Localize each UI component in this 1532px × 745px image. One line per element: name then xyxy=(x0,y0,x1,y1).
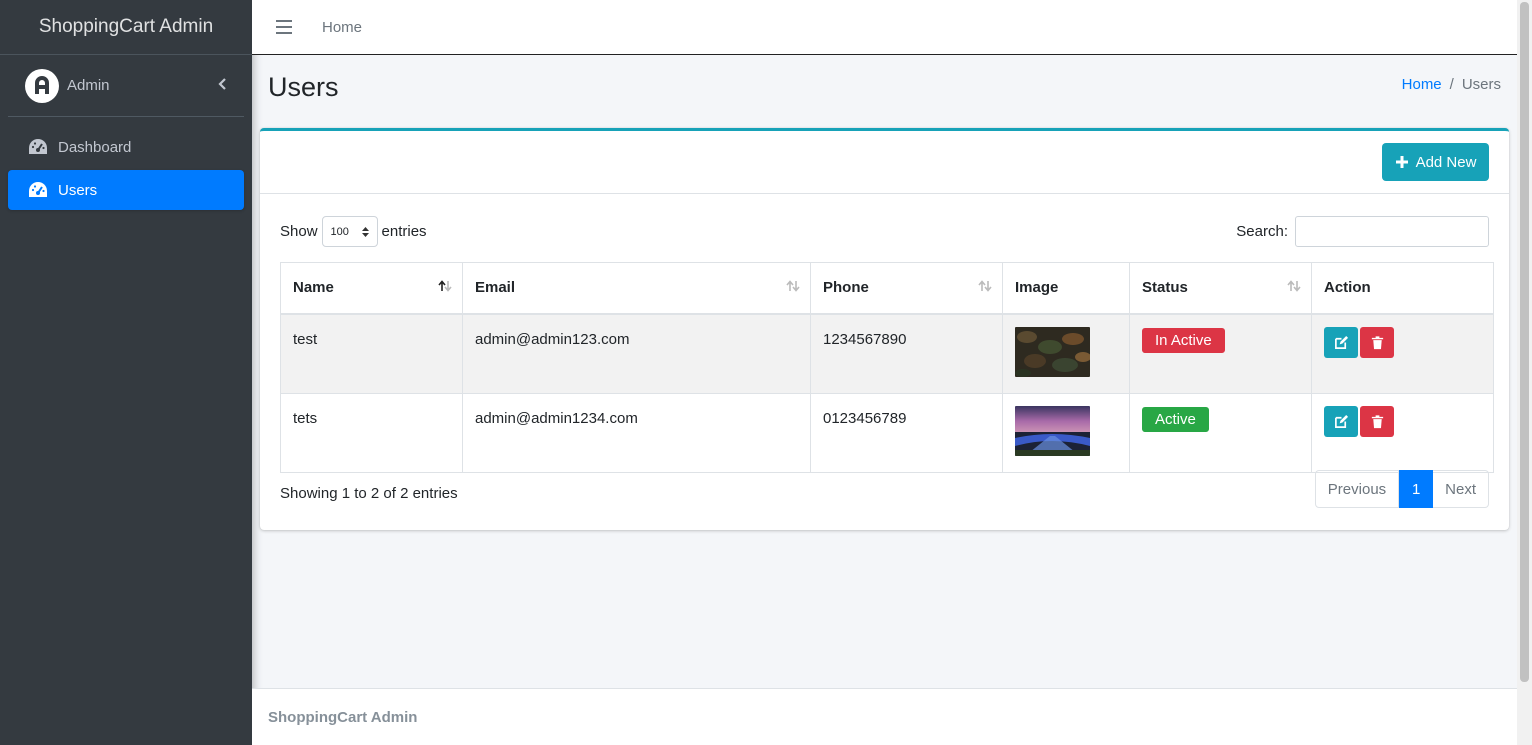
pagination: Previous 1 Next xyxy=(1314,470,1489,508)
scrollbar-thumb[interactable] xyxy=(1520,2,1529,682)
sidebar-item-label: Dashboard xyxy=(58,138,132,156)
search-label: Search: xyxy=(1236,223,1288,240)
column-header-status[interactable]: Status xyxy=(1129,262,1312,315)
entries-length-value: 100 xyxy=(330,225,349,238)
cell-image xyxy=(1002,313,1130,394)
edit-icon xyxy=(1334,335,1348,349)
trash-icon xyxy=(1371,335,1383,349)
cell-actions xyxy=(1311,313,1494,394)
avatar[interactable] xyxy=(25,68,59,103)
sort-icon xyxy=(786,280,800,292)
cell-email: admin@admin123.com xyxy=(462,313,811,394)
tachometer-icon xyxy=(29,182,47,197)
chevron-left-icon[interactable] xyxy=(216,77,230,91)
sidebar: ShoppingCart Admin Admin Dashboard Users xyxy=(0,0,252,745)
column-header-image: Image xyxy=(1002,262,1130,315)
row-actions xyxy=(1324,405,1394,437)
table-search: Search: xyxy=(1236,216,1489,247)
footer-text: ShoppingCart Admin xyxy=(268,708,418,726)
sidebar-item-label: Users xyxy=(58,181,98,199)
users-card: Add New Show 100 entries Search: Name Em… xyxy=(260,128,1509,530)
delete-button[interactable] xyxy=(1360,405,1394,437)
add-new-label: Add New xyxy=(1415,153,1477,171)
user-image-leaves[interactable] xyxy=(1015,326,1090,377)
status-badge: In Active xyxy=(1142,327,1225,353)
edit-button[interactable] xyxy=(1324,326,1358,358)
page-title: Users xyxy=(268,72,339,102)
breadcrumb: Home / Users xyxy=(1402,76,1501,93)
column-header-phone[interactable]: Phone xyxy=(810,262,1003,315)
column-label: Action xyxy=(1324,279,1371,296)
next-page-button[interactable]: Next xyxy=(1433,470,1489,508)
admin-logo-icon xyxy=(35,75,49,94)
card-header: Add New xyxy=(260,131,1509,194)
plus-icon xyxy=(1395,156,1408,168)
entries-label: entries xyxy=(381,223,427,240)
row-actions xyxy=(1324,326,1394,358)
table-header-row: Name Email Phone Image Status Action xyxy=(280,262,1494,315)
trash-icon xyxy=(1371,414,1383,428)
cell-name: test xyxy=(280,313,463,394)
breadcrumb-home-link[interactable]: Home xyxy=(1402,76,1442,93)
brand-link[interactable]: ShoppingCart Admin xyxy=(0,0,252,55)
sidebar-item-dashboard[interactable]: Dashboard xyxy=(8,127,244,167)
column-label: Name xyxy=(293,279,334,296)
user-panel: Admin xyxy=(8,55,244,117)
status-badge: Active xyxy=(1142,406,1209,432)
breadcrumb-current: Users xyxy=(1461,76,1501,93)
edit-icon xyxy=(1334,414,1348,428)
cell-image xyxy=(1002,392,1130,473)
menu-toggle-icon[interactable] xyxy=(276,20,292,34)
page-scrollbar[interactable] xyxy=(1517,0,1532,745)
sidebar-item-users[interactable]: Users xyxy=(8,170,244,210)
add-new-button[interactable]: Add New xyxy=(1382,143,1489,181)
entries-length-control: Show 100 entries xyxy=(280,216,427,247)
top-nav-home-link[interactable]: Home xyxy=(322,19,362,36)
page-1-button[interactable]: 1 xyxy=(1399,470,1434,508)
cell-phone: 0123456789 xyxy=(810,392,1003,473)
user-image-landscape[interactable] xyxy=(1015,405,1090,456)
column-label: Email xyxy=(475,279,516,296)
users-table: Name Email Phone Image Status Action tes… xyxy=(280,262,1494,473)
cell-status: In Active xyxy=(1129,313,1312,394)
footer: ShoppingCart Admin xyxy=(252,688,1517,745)
sidebar-nav: Dashboard Users xyxy=(0,127,252,210)
delete-button[interactable] xyxy=(1360,326,1394,358)
column-label: Image xyxy=(1015,279,1059,296)
entries-length-select[interactable]: 100 xyxy=(321,216,378,247)
column-label: Status xyxy=(1142,279,1188,296)
edit-button[interactable] xyxy=(1324,405,1358,437)
cell-actions xyxy=(1311,392,1494,473)
breadcrumb-separator: / xyxy=(1449,76,1454,93)
cell-email: admin@admin1234.com xyxy=(462,392,811,473)
user-name[interactable]: Admin xyxy=(67,77,110,94)
column-header-name[interactable]: Name xyxy=(280,262,463,315)
column-header-email[interactable]: Email xyxy=(462,262,811,315)
column-label: Phone xyxy=(823,279,869,296)
sort-icon xyxy=(1287,280,1301,292)
previous-page-button[interactable]: Previous xyxy=(1314,470,1400,508)
select-arrows-icon xyxy=(361,227,369,237)
cell-phone: 1234567890 xyxy=(810,313,1003,394)
cell-status: Active xyxy=(1129,392,1312,473)
top-navbar: Home xyxy=(252,0,1517,55)
brand-title: ShoppingCart Admin xyxy=(38,16,214,37)
tachometer-icon xyxy=(29,139,47,154)
column-header-action: Action xyxy=(1311,262,1494,315)
show-label: Show xyxy=(280,223,318,240)
table-info: Showing 1 to 2 of 2 entries xyxy=(280,485,458,502)
cell-name: tets xyxy=(280,392,463,473)
table-row: test admin@admin123.com 1234567890 In Ac… xyxy=(280,313,1494,394)
search-input[interactable] xyxy=(1295,216,1489,247)
table-row: tets admin@admin1234.com 0123456789 Acti… xyxy=(280,392,1494,473)
sort-icon xyxy=(978,280,992,292)
sort-ascending-icon xyxy=(438,280,452,292)
